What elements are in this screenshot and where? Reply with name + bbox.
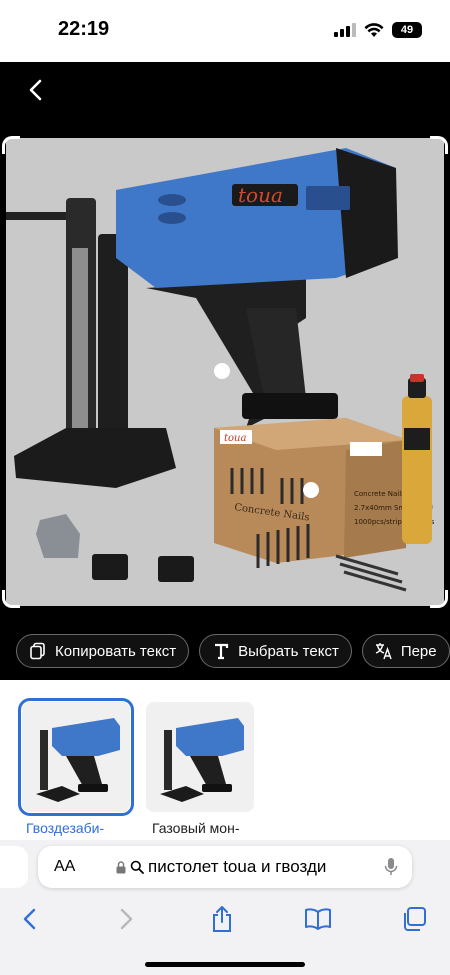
text-hotspot-dot[interactable]: [214, 363, 230, 379]
text-hotspot-dot[interactable]: [303, 482, 319, 498]
thumbnail-nail-gun: [22, 702, 130, 812]
tabs-button[interactable]: [398, 904, 430, 934]
url-display[interactable]: пистолет toua и гвозди: [116, 857, 326, 877]
thumbnail-1-caption[interactable]: Гвоздезаби-: [26, 820, 104, 836]
tabs-icon: [404, 907, 426, 931]
back-button[interactable]: [14, 904, 46, 934]
cellular-signal-icon: [334, 23, 356, 37]
microphone-icon[interactable]: [384, 857, 398, 877]
crop-corner-bottom-left[interactable]: [2, 590, 20, 608]
share-button[interactable]: [206, 904, 238, 934]
chevron-right-icon: [120, 908, 133, 930]
box-brand-text: toua: [224, 433, 246, 444]
url-text: пистолет toua и гвозди: [148, 857, 327, 876]
previous-tab-preview[interactable]: [0, 846, 28, 888]
tool-brand-text: toua: [238, 183, 283, 207]
chevron-left-icon: [23, 908, 36, 930]
translate-icon: [375, 643, 392, 660]
crop-corner-top-left[interactable]: [2, 136, 20, 154]
status-icons: 49: [334, 22, 422, 38]
thumbnail-2-caption[interactable]: Газовый мон-: [152, 820, 240, 836]
share-icon: [213, 906, 231, 932]
copy-icon: [30, 642, 45, 660]
copy-text-button[interactable]: Копировать текст: [16, 634, 190, 668]
reader-settings-button[interactable]: AA: [54, 858, 75, 876]
browser-toolbar: [0, 900, 450, 940]
lock-icon: [116, 860, 126, 873]
forward-button[interactable]: [110, 904, 142, 934]
crop-corner-top-right[interactable]: [430, 136, 448, 154]
battery-indicator: 49: [392, 22, 422, 38]
wifi-icon: [364, 22, 384, 37]
home-indicator: [145, 962, 305, 967]
related-images: Гвоздезаби- Газовый мон-: [0, 680, 450, 840]
text-select-icon: [215, 643, 229, 660]
translate-button[interactable]: Пере: [361, 634, 450, 668]
thumbnail-1[interactable]: [18, 698, 134, 816]
book-icon: [305, 908, 331, 930]
thumbnail-2[interactable]: [146, 702, 254, 812]
thumbnail-nail-gun: [146, 702, 254, 812]
address-bar[interactable]: AA пистолет toua и гвозди: [38, 846, 412, 888]
select-text-label: Выбрать текст: [238, 642, 339, 660]
bookmarks-button[interactable]: [302, 904, 334, 934]
status-time: 22:19: [58, 18, 110, 40]
search-icon: [130, 860, 144, 874]
text-actions-row: Копировать текст Выбрать текст Пере: [16, 634, 450, 668]
status-bar: 22:19 49: [0, 0, 450, 62]
translate-label: Пере: [400, 642, 437, 660]
copy-text-label: Копировать текст: [55, 642, 177, 660]
select-text-button[interactable]: Выбрать текст: [199, 634, 352, 668]
box-side-line-1: Concrete Nails: [354, 490, 405, 498]
browser-bottom-bar: AA пистолет toua и гвозди: [0, 840, 450, 975]
back-chevron-icon[interactable]: [22, 78, 50, 102]
